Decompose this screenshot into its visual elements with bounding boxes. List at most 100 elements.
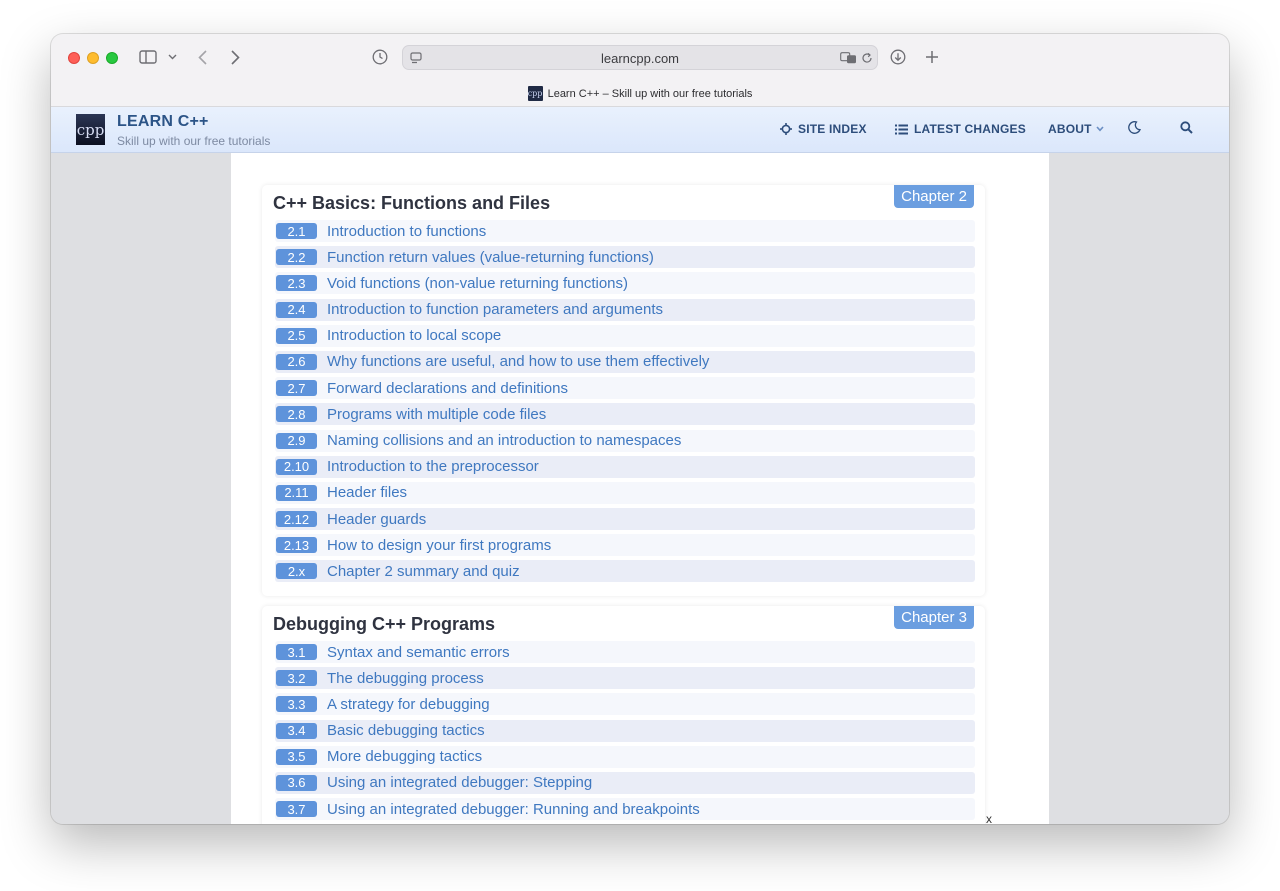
lesson-item[interactable]: 2.11 Header files [275,481,975,504]
lesson-link[interactable]: Introduction to local scope [327,327,501,344]
lesson-number: 3.2 [276,670,317,687]
lesson-link[interactable]: Basic debugging tactics [327,722,485,739]
browser-toolbar: learncpp.com cpp Learn C++ – Skill up wi… [51,34,1229,107]
lesson-link[interactable]: Forward declarations and definitions [327,380,568,397]
browser-window: learncpp.com cpp Learn C++ – Skill up wi… [51,34,1229,824]
lesson-item[interactable]: 2.9 Naming collisions and an introduction… [275,429,975,452]
minimize-window-button[interactable] [87,52,99,64]
chevron-down-icon [1096,126,1104,132]
lesson-link[interactable]: Introduction to the preprocessor [327,458,539,475]
lesson-number: 2.12 [276,511,317,528]
lesson-item[interactable]: 2.13 How to design your first programs [275,534,975,557]
lesson-link[interactable]: Using an integrated debugger: Stepping [327,774,592,791]
lesson-item[interactable]: 3.3 A strategy for debugging [275,693,975,716]
lesson-link[interactable]: Introduction to function parameters and … [327,301,663,318]
address-bar[interactable]: learncpp.com [402,45,878,70]
lesson-item[interactable]: 2.4 Introduction to function parameters a… [275,298,975,321]
lesson-number: 2.2 [276,249,317,266]
lesson-item[interactable]: 2.3 Void functions (non-value returning f… [275,272,975,295]
lesson-number: 2.8 [276,406,317,423]
site-logo[interactable]: cpp [76,114,105,145]
lesson-item[interactable]: 2.2 Function return values (value-returni… [275,246,975,269]
lesson-number: 2.10 [276,458,317,475]
forward-icon[interactable] [228,48,242,66]
nav-about[interactable]: ABOUT [1048,122,1104,136]
lesson-number: 2.1 [276,223,317,239]
lesson-item[interactable]: 3.5 More debugging tactics [275,745,975,768]
lesson-item[interactable]: 3.7 Using an integrated debugger: Running… [275,798,975,821]
lesson-number: 2.3 [276,275,317,292]
site-title[interactable]: LEARN C++ [117,113,209,131]
lesson-link[interactable]: Using an integrated debugger: Running an… [327,801,700,818]
chapter-title: Debugging C++ Programs [273,614,496,634]
lesson-item[interactable]: 2.7 Forward declarations and definitions [275,377,975,400]
dark-mode-toggle[interactable] [1128,121,1141,134]
lesson-link[interactable]: Header files [327,484,407,501]
zoom-window-button[interactable] [106,52,118,64]
lesson-number: 2.7 [276,380,317,397]
history-icon[interactable] [371,48,389,66]
lesson-list: 3.1 Syntax and semantic errors 3.2 The deb… [275,641,975,824]
lesson-link[interactable]: How to design your first programs [327,537,551,554]
lesson-item[interactable]: 2.10 Introduction to the preprocessor [275,455,975,478]
moon-icon [1128,121,1141,134]
lesson-number: 3.1 [276,644,317,660]
lesson-link[interactable]: A strategy for debugging [327,696,490,713]
lesson-number: 3.6 [276,774,317,791]
lesson-item[interactable]: 2.1 Introduction to functions [275,220,975,242]
lesson-link[interactable]: Introduction to functions [327,223,486,240]
lesson-link[interactable]: Programs with multiple code files [327,406,546,423]
lesson-item[interactable]: 3.4 Basic debugging tactics [275,719,975,742]
site-tagline: Skill up with our free tutorials [117,134,271,148]
lesson-item[interactable]: 2.12 Header guards [275,508,975,531]
lesson-link[interactable]: Why functions are useful, and how to use… [327,353,709,370]
content-area: Chapter 2 C++ Basics: Functions and File… [51,153,1229,824]
site-header: cpp LEARN C++ Skill up with our free tut… [51,107,1229,153]
lesson-number: 3.5 [276,748,317,765]
active-tab[interactable]: cpp Learn C++ – Skill up with our free t… [527,86,753,101]
lesson-number: 3.3 [276,696,317,713]
crosshair-icon [780,123,792,135]
chapter-badge: Chapter 3 [894,606,974,629]
chapter-title: C++ Basics: Functions and Files [273,193,551,213]
url-text: learncpp.com [600,51,680,66]
lesson-item[interactable]: 2.x Chapter 2 summary and quiz [275,560,975,583]
lesson-item[interactable]: 3.6 Using an integrated debugger: Steppin… [275,771,975,794]
lesson-link[interactable]: Void functions (non-value returning func… [327,275,628,292]
lesson-item[interactable]: 2.6 Why functions are useful, and how to … [275,350,975,373]
reload-icon[interactable] [860,51,874,65]
new-tab-icon[interactable] [923,48,941,66]
lesson-link[interactable]: Syntax and semantic errors [327,644,510,661]
lesson-number: 2.9 [276,432,317,449]
lesson-number: 2.4 [276,301,317,318]
lesson-link[interactable]: Header guards [327,511,426,528]
lesson-link[interactable]: Naming collisions and an introduction to… [327,432,681,449]
lesson-number: 2.6 [276,353,317,370]
lesson-item[interactable]: 2.8 Programs with multiple code files [275,403,975,426]
lesson-list: 2.1 Introduction to functions 2.2 Function… [275,220,975,587]
lesson-link[interactable]: More debugging tactics [327,748,482,765]
lesson-link[interactable]: The debugging process [327,670,484,687]
downloads-icon[interactable] [889,48,907,66]
close-ad-button[interactable]: x [986,812,992,824]
nav-site-index[interactable]: SITE INDEX [780,122,867,136]
tab-bar[interactable]: cpp Learn C++ – Skill up with our free t… [51,86,1229,106]
tab-title: Learn C++ – Skill up with our free tutor… [547,87,753,100]
chapter-badge: Chapter 2 [894,185,974,208]
lesson-item[interactable]: 2.5 Introduction to local scope [275,324,975,347]
search-button[interactable] [1180,121,1193,134]
translate-icon[interactable] [839,51,857,65]
nav-latest-changes[interactable]: LATEST CHANGES [895,122,1026,136]
lesson-number: 2.x [276,563,317,580]
close-window-button[interactable] [68,52,80,64]
lesson-link[interactable]: Function return values (value-returning … [327,249,654,266]
sidebar-icon[interactable] [138,48,158,66]
lesson-number: 2.13 [276,537,317,554]
lesson-item[interactable]: 3.2 The debugging process [275,667,975,690]
lesson-item[interactable]: 3.1 Syntax and semantic errors [275,641,975,663]
lesson-number: 3.7 [276,801,317,818]
chevron-down-icon[interactable] [166,50,178,64]
chapter-card: Chapter 2 C++ Basics: Functions and File… [262,185,985,596]
lesson-link[interactable]: Chapter 2 summary and quiz [327,563,520,580]
back-icon[interactable] [195,48,209,66]
